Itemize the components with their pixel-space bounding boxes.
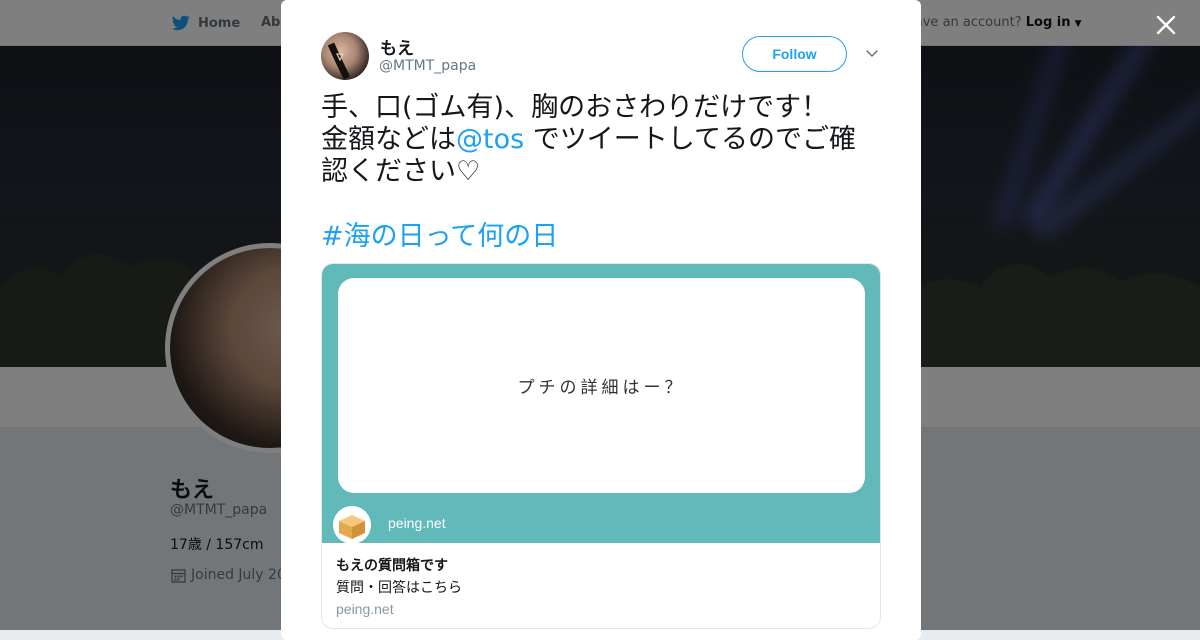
card-url: peing.net: [336, 601, 394, 617]
tweet-text-line: 認ください♡: [321, 156, 481, 187]
tweet-modal: もえ @MTMT_papa Follow 手、口(ゴム有)、胸のおさわりだけです…: [281, 0, 921, 640]
tweet-text: 手、口(ゴム有)、胸のおさわりだけです！ 金額などは@tos でツイートしてるの…: [321, 92, 881, 188]
card-description: 質問・回答はこちら: [336, 580, 462, 596]
link-preview-card[interactable]: プチの詳細はー？ peing.net もえの質問箱です 質問・回答はこちら pe…: [321, 263, 881, 629]
box-icon: [333, 506, 371, 544]
tweet-text-segment: でツイートしてるのでご確: [524, 124, 856, 155]
tweet-text-line: 手、口(ゴム有)、胸のおさわりだけです！: [321, 92, 829, 123]
chevron-down-icon[interactable]: [865, 48, 879, 60]
mention-link[interactable]: @tos: [456, 124, 524, 155]
author-handle[interactable]: @MTMT_papa: [379, 58, 476, 74]
card-question-box: プチの詳細はー？: [338, 278, 865, 493]
card-image: プチの詳細はー？ peing.net: [322, 264, 880, 544]
tweet-text-segment: 金額などは: [321, 124, 456, 155]
card-image-domain: peing.net: [388, 515, 446, 531]
author-avatar[interactable]: [321, 32, 369, 80]
card-question-text: プチの詳細はー？: [517, 378, 686, 398]
card-title: もえの質問箱です: [336, 558, 448, 574]
follow-button[interactable]: Follow: [742, 36, 847, 72]
close-icon[interactable]: [1153, 12, 1179, 38]
tweet-text-line: 金額などは@tos でツイートしてるのでご確: [321, 124, 881, 156]
author-name[interactable]: もえ: [380, 34, 414, 59]
hashtag-link[interactable]: #海の日って何の日: [321, 221, 558, 253]
avatar-hair-clip: [327, 42, 351, 80]
